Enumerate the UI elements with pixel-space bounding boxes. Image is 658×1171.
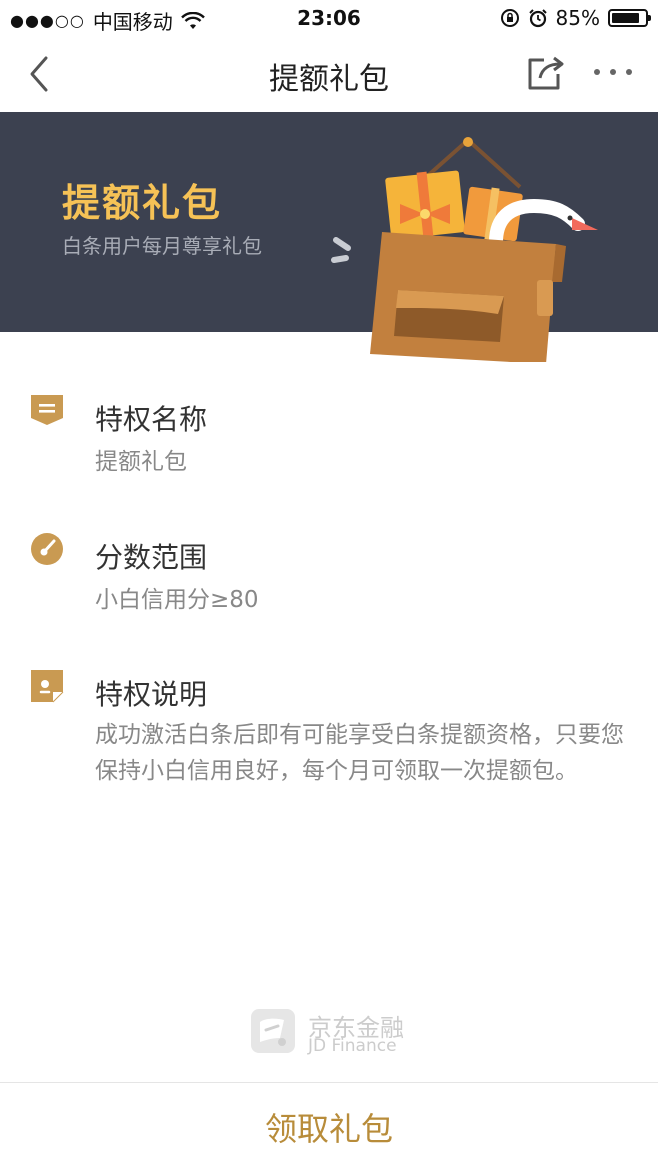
bottom-bar: 领取礼包: [0, 1082, 658, 1171]
hero-banner: 提额礼包 白条用户每月尊享礼包: [0, 112, 658, 362]
section-title: 分数范围: [95, 541, 208, 574]
section-title: 特权名称: [95, 403, 208, 436]
nav-bar: 提额礼包: [0, 38, 658, 113]
battery-fill: [612, 13, 640, 23]
more-dots-icon[interactable]: [592, 62, 636, 82]
section-privilege-description: 特权说明 成功激活白条后即有可能享受白条提额资格，只要您保持小白信用良好，每个月…: [0, 669, 658, 829]
jd-finance-logo: [251, 1009, 295, 1053]
section-body: 提额礼包: [95, 449, 187, 475]
battery-percent: 85%: [555, 6, 600, 30]
status-right: 85%: [500, 6, 651, 30]
section-body: 小白信用分≥80: [95, 587, 259, 613]
tag-icon: [31, 395, 63, 425]
gauge-icon: [31, 533, 63, 565]
brand-footer: 京东金融 JD Finance: [250, 1008, 450, 1056]
status-bar: ●●●○○ 中国移动 23:06 85%: [0, 0, 658, 38]
section-privilege-name: 特权名称 提额礼包: [0, 392, 658, 492]
orientation-lock-icon: [500, 9, 519, 27]
share-icon[interactable]: [526, 52, 566, 92]
banner-subtitle: 白条用户每月尊享礼包: [62, 234, 262, 258]
note-icon: [31, 670, 64, 703]
alarm-icon: [528, 9, 547, 28]
battery-icon: [608, 9, 651, 27]
section-title: 特权说明: [95, 678, 208, 711]
section-body: 成功激活白条后即有可能享受白条提额资格，只要您保持小白信用良好，每个月可领取一次…: [95, 722, 624, 784]
section-score-range: 分数范围 小白信用分≥80: [0, 532, 658, 632]
claim-gift-button[interactable]: 领取礼包: [0, 1083, 658, 1171]
brand-name-en: JD Finance: [308, 1036, 397, 1056]
banner-title: 提额礼包: [62, 181, 223, 225]
gift-bag-illustration: [331, 137, 598, 362]
